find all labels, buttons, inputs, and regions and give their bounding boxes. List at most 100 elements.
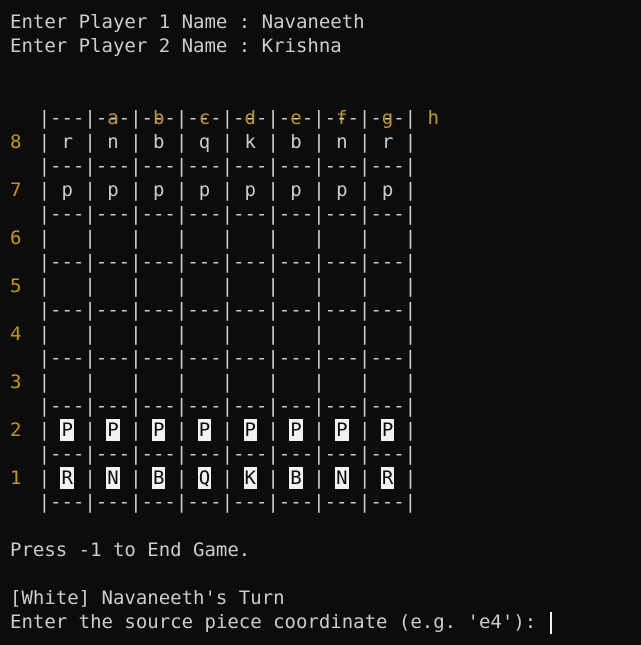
black-piece[interactable]: r — [61, 131, 72, 153]
board-border: | — [358, 467, 371, 489]
board-square: N — [96, 466, 130, 490]
board-border: | — [221, 131, 234, 153]
rank-label: 5 — [10, 275, 22, 297]
board-square — [187, 370, 221, 394]
board-square: N — [325, 466, 359, 490]
black-piece[interactable]: p — [382, 179, 393, 201]
white-piece[interactable]: K — [243, 467, 257, 489]
board-border: | — [84, 371, 96, 393]
board-square — [325, 322, 359, 346]
board-border: | — [175, 419, 188, 441]
white-piece[interactable]: N — [106, 467, 120, 489]
black-piece[interactable]: b — [290, 131, 301, 153]
black-piece[interactable]: n — [336, 131, 347, 153]
board-border: | — [38, 419, 51, 441]
white-piece[interactable]: N — [335, 467, 349, 489]
board-square: k — [233, 130, 267, 154]
board-square: P — [187, 418, 221, 442]
board-border: | — [175, 371, 188, 393]
coordinate-input-prompt: Enter the source piece coordinate (e.g. … — [10, 611, 548, 633]
board-border: | — [130, 467, 142, 489]
board-rank-row: 8 | r | n | b | q | k | b | n | r | — [10, 130, 641, 154]
black-piece[interactable]: b — [153, 131, 164, 153]
rank-label: 2 — [10, 419, 22, 441]
black-piece[interactable]: p — [153, 179, 164, 201]
white-piece[interactable]: P — [243, 419, 257, 441]
player2-name-value: Krishna — [261, 35, 342, 57]
board-square — [325, 274, 359, 298]
board-square: P — [142, 418, 176, 442]
white-piece[interactable]: P — [335, 419, 349, 441]
board-border: | — [84, 275, 96, 297]
rank-label: 1 — [10, 467, 22, 489]
board-border: | — [221, 227, 234, 249]
board-square: P — [370, 418, 404, 442]
black-piece[interactable]: n — [107, 131, 118, 153]
board-border: | — [38, 275, 51, 297]
board-square: P — [279, 418, 313, 442]
board-square: R — [370, 466, 404, 490]
board-square: R — [50, 466, 84, 490]
white-piece[interactable]: P — [289, 419, 303, 441]
white-piece[interactable]: R — [380, 467, 395, 489]
board-square: q — [187, 130, 221, 154]
board-square — [142, 226, 176, 250]
board-square: r — [370, 130, 404, 154]
board-border: | — [358, 179, 371, 201]
board-rank-row: 6 | | | | | | | | | — [10, 226, 641, 250]
board-square — [279, 370, 313, 394]
white-piece[interactable]: P — [60, 419, 74, 441]
board-border: | — [358, 131, 371, 153]
board-border: | — [404, 179, 417, 201]
board-square — [96, 370, 130, 394]
board-square — [142, 370, 176, 394]
black-piece[interactable]: p — [336, 179, 347, 201]
board-border: | — [267, 179, 279, 201]
end-game-hint: Press -1 to End Game. — [10, 539, 251, 561]
board-separator-row: |---|---|---|---|---|---|---|---| — [38, 443, 417, 465]
board-square — [233, 370, 267, 394]
player1-prompt-line: Enter Player 1 Name : Navaneeth — [10, 10, 641, 34]
board-border: | — [175, 323, 188, 345]
board-border: | — [130, 131, 142, 153]
black-piece[interactable]: r — [382, 131, 393, 153]
black-piece[interactable]: p — [61, 179, 72, 201]
board-border: | — [38, 323, 51, 345]
board-border: | — [84, 131, 96, 153]
board-border: | — [404, 323, 417, 345]
board-separator-row: |---|---|---|---|---|---|---|---| — [38, 347, 417, 369]
board-border: | — [130, 371, 142, 393]
board-square: B — [142, 466, 176, 490]
board-square — [370, 322, 404, 346]
board-square — [279, 322, 313, 346]
white-piece[interactable]: B — [289, 467, 303, 489]
board-border: | — [130, 419, 142, 441]
board-square — [370, 370, 404, 394]
white-piece[interactable]: P — [197, 419, 212, 441]
board-square — [96, 322, 130, 346]
white-piece[interactable]: P — [152, 419, 166, 441]
board-border: | — [84, 179, 96, 201]
board-border: | — [267, 323, 279, 345]
board-border: | — [221, 467, 234, 489]
black-piece[interactable]: p — [290, 179, 301, 201]
board-border: | — [267, 419, 279, 441]
board-border: | — [404, 227, 417, 249]
white-piece[interactable]: Q — [197, 467, 212, 489]
board-separator-row: |---|---|---|---|---|---|---|---| — [38, 155, 417, 177]
white-piece[interactable]: B — [152, 467, 166, 489]
board-square — [187, 226, 221, 250]
black-piece[interactable]: p — [199, 179, 210, 201]
board-square — [187, 274, 221, 298]
board-border: | — [404, 419, 417, 441]
white-piece[interactable]: R — [60, 467, 74, 489]
board-border: | — [221, 371, 234, 393]
black-piece[interactable]: p — [107, 179, 118, 201]
black-piece[interactable]: p — [245, 179, 256, 201]
black-piece[interactable]: q — [199, 131, 210, 153]
black-piece[interactable]: k — [245, 131, 256, 153]
board-square: r — [50, 130, 84, 154]
white-piece[interactable]: P — [106, 419, 120, 441]
white-piece[interactable]: P — [380, 419, 395, 441]
coordinate-input-line[interactable]: Enter the source piece coordinate (e.g. … — [10, 610, 641, 634]
